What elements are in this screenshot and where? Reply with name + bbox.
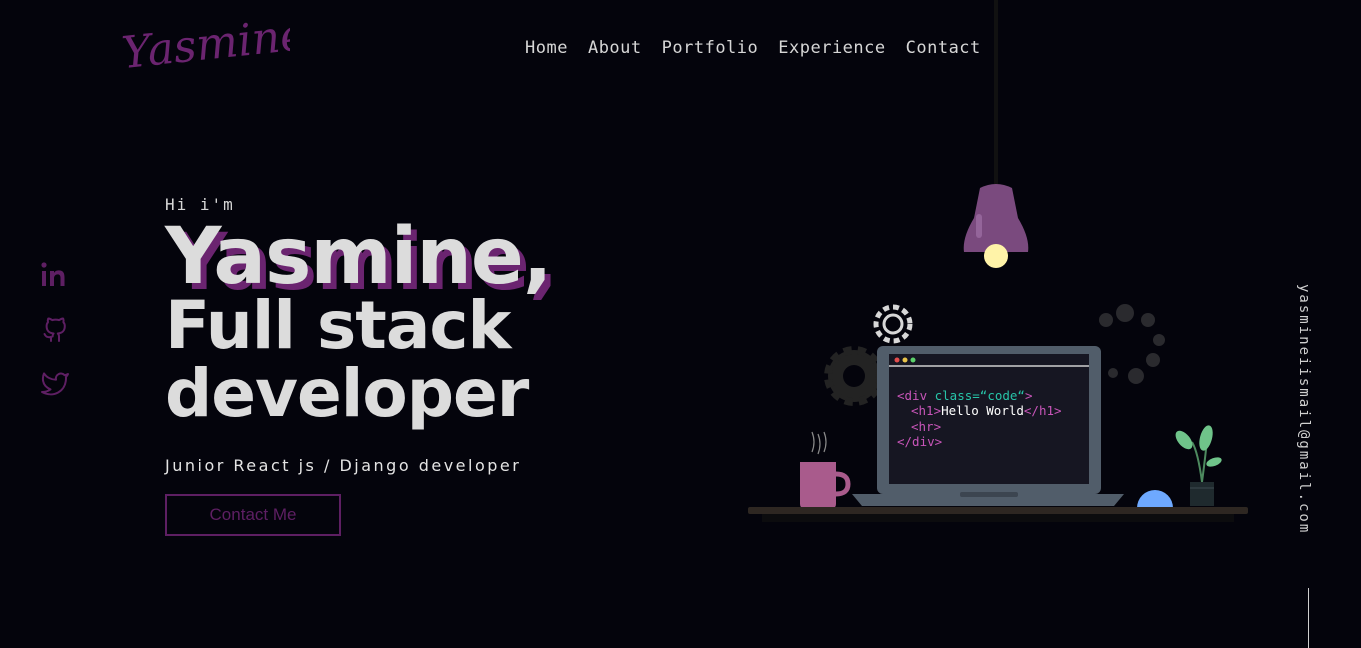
github-icon[interactable] [40,314,70,344]
loading-dots [1099,304,1165,384]
hero-role: Full stack developer [165,292,585,428]
role-line-1: Full stack [165,287,511,364]
svg-text:<h1>Hello World</h1>: <h1>Hello World</h1> [911,403,1062,418]
svg-text:</div>: </div> [897,434,942,449]
svg-text:<hr>: <hr> [911,419,941,434]
nav-home[interactable]: Home [525,38,568,58]
hero-subtitle: Junior React js / Django developer [165,456,522,475]
svg-text:<div class=“code“>: <div class=“code“> [897,388,1032,403]
dome-light-illustration [1137,490,1173,508]
desk-shelf [748,507,1248,514]
laptop-illustration: <div class=“code“> <h1>Hello World</h1> … [852,346,1124,506]
linkedin-icon[interactable] [40,260,70,290]
nav-about[interactable]: About [588,38,642,58]
desk-illustration: <div class=“code“> <h1>Hello World</h1> … [748,0,1248,522]
logo[interactable]: Yasmine [120,8,290,80]
plant-illustration [1175,425,1222,506]
contact-me-button[interactable]: Contact Me [165,494,341,536]
logo-text: Yasmine [120,9,290,79]
email-divider-line [1308,588,1309,648]
role-line-2: developer [165,355,529,432]
social-links [40,260,70,398]
lamp-illustration [963,0,1029,268]
coffee-mug-illustration [800,431,851,508]
twitter-icon[interactable] [40,368,70,398]
email-link[interactable]: yasmineiismail@gmail.com [1296,284,1312,534]
